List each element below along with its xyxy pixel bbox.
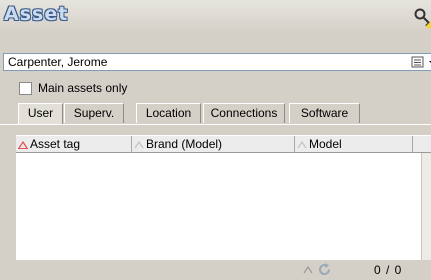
tab-connections[interactable]: Connections [203,103,285,123]
grid-footer: 0 / 0 [16,260,431,280]
main-assets-only-checkbox[interactable] [19,82,32,95]
asset-grid: Asset tag Brand (Model) Model 0 / 0 [16,135,431,280]
refresh-icon[interactable] [317,262,332,277]
column-label: Brand (Model) [146,137,223,151]
tab-user[interactable]: User [18,103,63,124]
grid-header: Asset tag Brand (Model) Model [16,135,431,153]
list-icon[interactable] [411,55,424,69]
column-brand-model[interactable]: Brand (Model) [132,136,295,153]
record-counter: 0 / 0 [374,263,403,277]
column-model[interactable]: Model [295,136,413,153]
key-icon[interactable] [412,6,431,30]
main-assets-only-label: Main assets only [38,81,128,95]
sort-arrow-icon [134,141,144,149]
column-label: Model [309,137,342,151]
user-select-value: Carpenter, Jerome [8,55,108,69]
user-select[interactable]: Carpenter, Jerome [3,53,431,71]
vertical-scrollbar[interactable] [421,153,431,260]
column-asset-tag[interactable]: Asset tag [16,136,132,153]
sort-arrow-icon [303,266,313,274]
tab-baseline [0,124,431,125]
window-title: Asset [4,3,69,25]
sort-arrow-icon [18,141,28,149]
chevron-down-icon[interactable] [427,55,431,69]
tab-location[interactable]: Location [136,103,201,123]
column-label: Asset tag [30,137,81,151]
sort-arrow-icon [297,141,307,149]
grid-body[interactable] [16,153,421,260]
tab-software[interactable]: Software [289,103,360,123]
tab-supervisor[interactable]: Superv. [64,103,124,123]
title-bar: Asset [0,0,431,34]
